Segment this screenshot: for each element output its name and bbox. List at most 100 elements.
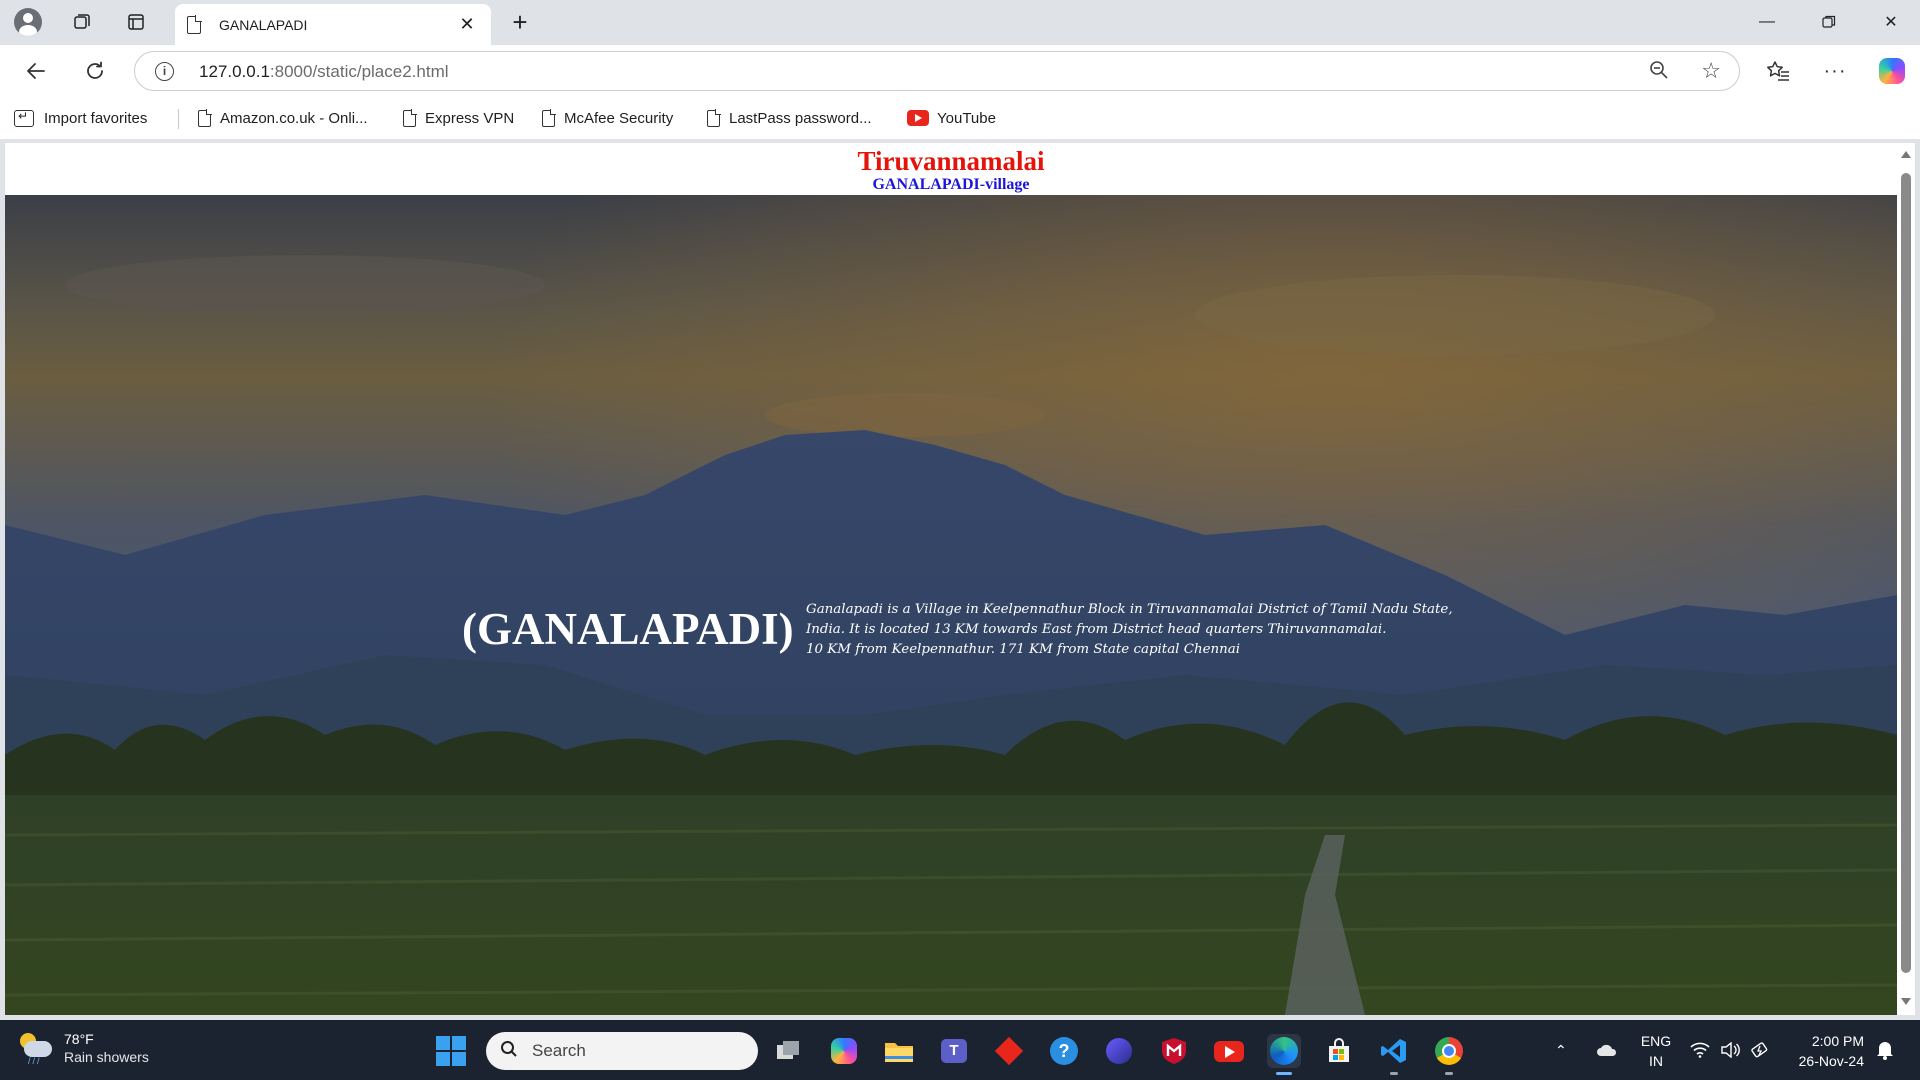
volume-icon[interactable] [1720, 1020, 1740, 1080]
language-indicator[interactable]: ENG IN [1636, 1031, 1676, 1071]
site-header: Tiruvannamalai GANALAPADI-village [5, 143, 1897, 195]
rain-showers-icon: /// [20, 1033, 54, 1066]
vscode-icon[interactable] [1377, 1034, 1411, 1075]
restore-button[interactable] [1798, 0, 1860, 44]
description-line: Ganalapadi is a Village in Keelpennathur… [806, 602, 1453, 617]
workspaces-button[interactable] [64, 6, 100, 38]
teams-icon[interactable]: T [937, 1034, 971, 1068]
page-icon [542, 109, 556, 127]
task-view-icon[interactable] [772, 1034, 806, 1068]
favorite-label: Amazon.co.uk - Onli... [220, 109, 368, 127]
clock-time: 2:00 PM [1811, 1033, 1864, 1049]
favorites-button[interactable] [1760, 53, 1796, 89]
url-text[interactable]: 127.0.0.1:8000/static/place2.html [199, 62, 449, 82]
page-icon [403, 109, 417, 127]
page-title: Tiruvannamalai [857, 146, 1045, 176]
description-line: India. It is located 13 KM towards East … [806, 622, 1387, 637]
copilot-app-icon[interactable] [827, 1034, 861, 1068]
favorites-divider [178, 109, 179, 129]
weather-condition: Rain showers [64, 1049, 149, 1065]
workspaces-icon [74, 14, 90, 29]
tab-title: GANALAPADI [219, 16, 308, 33]
settings-more-button[interactable]: ··· [1817, 53, 1853, 89]
url-host: 127.0.0.1 [199, 62, 270, 81]
windows-taskbar: /// 78°F Rain showers Search T ? ⌃ ENG I… [0, 1020, 1920, 1080]
favorite-lastpass[interactable]: LastPass password... [707, 107, 872, 129]
tab-actions-button[interactable] [118, 6, 154, 38]
page-viewport: Tiruvannamalai GANALAPADI-village (GANAL… [5, 143, 1897, 1015]
new-tab-button[interactable]: + [502, 6, 538, 38]
weather-widget[interactable]: /// 78°F Rain showers [20, 1030, 149, 1066]
copilot-icon [1879, 58, 1905, 84]
import-icon [14, 109, 34, 127]
restore-icon [1822, 15, 1836, 28]
browser-tab-bar: GANALAPADI ✕ + — ✕ [0, 0, 1920, 45]
profile-icon [14, 8, 42, 36]
copilot-button[interactable] [1874, 53, 1910, 89]
navigation-bar: i 127.0.0.1:8000/static/place2.html ☆ ··… [0, 45, 1920, 97]
favorite-label: Import favorites [44, 109, 148, 127]
hero-banner: (GANALAPADI) Ganalapadi is a Village in … [5, 195, 1897, 1015]
system-clock[interactable]: 2:00 PM 26-Nov-24 [1788, 1031, 1864, 1071]
mcafee-icon[interactable] [1157, 1034, 1191, 1068]
favorite-import[interactable]: Import favorites [14, 107, 147, 129]
edge-browser-icon[interactable] [1267, 1034, 1301, 1075]
minimize-button[interactable]: — [1736, 0, 1798, 44]
back-button[interactable] [18, 53, 54, 89]
youtube-icon [907, 110, 929, 126]
tab-active[interactable]: GANALAPADI ✕ [175, 4, 491, 45]
start-button[interactable] [436, 1036, 466, 1066]
address-bar[interactable]: i 127.0.0.1:8000/static/place2.html ☆ [134, 51, 1740, 91]
favorite-label: LastPass password... [729, 109, 872, 127]
favorite-mcafee[interactable]: McAfee Security [542, 107, 673, 129]
scrollbar-thumb[interactable] [1901, 173, 1911, 973]
weather-temperature: 78°F [64, 1031, 94, 1047]
battery-charging-icon[interactable] [1750, 1020, 1770, 1080]
page-subtitle: GANALAPADI-village [872, 176, 1030, 193]
region-code: IN [1649, 1053, 1663, 1069]
search-icon [500, 1040, 518, 1063]
favorite-label: McAfee Security [564, 109, 674, 127]
notifications-bell-icon[interactable] [1876, 1020, 1894, 1080]
profile-button[interactable] [10, 6, 46, 38]
show-hidden-icons-chevron-icon[interactable]: ⌃ [1555, 1020, 1567, 1080]
help-app-icon[interactable]: ? [1047, 1034, 1081, 1068]
tab-actions-icon [128, 14, 144, 30]
favorites-bar: Import favorites Amazon.co.uk - Onli... … [0, 97, 1920, 140]
add-favorite-star-icon[interactable]: ☆ [1701, 58, 1721, 84]
scroll-down-arrow-icon[interactable] [1901, 998, 1911, 1005]
microsoft-store-icon[interactable] [1322, 1034, 1356, 1068]
arrow-left-icon [27, 63, 45, 79]
page-icon [707, 109, 721, 127]
url-path: :8000/static/place2.html [269, 62, 449, 81]
favorite-express-vpn[interactable]: Express VPN [403, 107, 514, 129]
reload-icon [87, 61, 103, 79]
youtube-app-icon[interactable] [1212, 1034, 1246, 1068]
zoom-out-icon[interactable] [1649, 60, 1669, 86]
reload-button[interactable] [77, 53, 113, 89]
file-explorer-icon[interactable] [882, 1034, 916, 1068]
close-tab-icon[interactable]: ✕ [455, 14, 479, 35]
taskbar-search-box[interactable]: Search [486, 1032, 758, 1070]
onedrive-cloud-icon[interactable] [1596, 1020, 1618, 1080]
favorite-label: YouTube [937, 109, 996, 127]
close-window-button[interactable]: ✕ [1860, 0, 1920, 44]
page-icon [198, 109, 212, 127]
hero-village-name: (GANALAPADI) [462, 604, 794, 654]
site-info-icon[interactable]: i [155, 62, 174, 81]
search-placeholder: Search [532, 1041, 586, 1060]
clipchamp-icon[interactable] [1102, 1034, 1136, 1068]
favorites-list-icon [1767, 61, 1789, 81]
favorite-label: Express VPN [425, 109, 515, 127]
description-line: 10 KM from Keelpennathur. 171 KM from St… [806, 642, 1241, 657]
wifi-icon[interactable] [1690, 1020, 1710, 1080]
page-scrollbar[interactable] [1897, 143, 1915, 1015]
red-diamond-app-icon[interactable] [992, 1034, 1026, 1068]
page-icon [187, 14, 202, 34]
favorite-amazon[interactable]: Amazon.co.uk - Onli... [198, 107, 368, 129]
favorite-youtube[interactable]: YouTube [907, 107, 996, 129]
scroll-up-arrow-icon[interactable] [1901, 151, 1911, 158]
village-description: Ganalapadi is a Village in Keelpennathur… [806, 600, 1453, 660]
language-code: ENG [1640, 1033, 1672, 1049]
chrome-icon[interactable] [1432, 1034, 1466, 1075]
